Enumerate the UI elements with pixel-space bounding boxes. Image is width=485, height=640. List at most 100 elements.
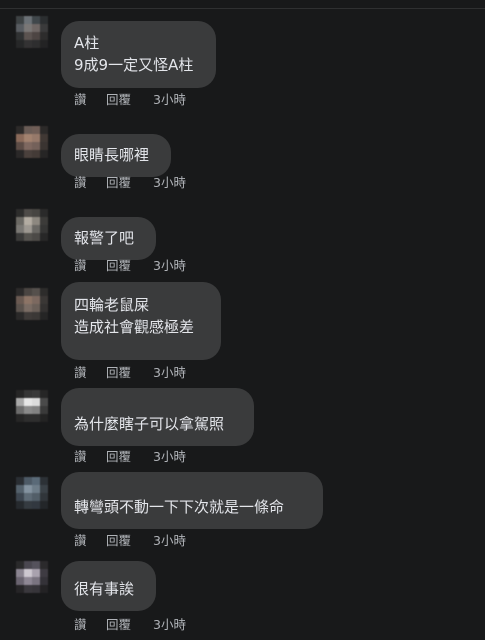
avatar-pixel — [24, 501, 32, 509]
avatar-pixel — [40, 585, 48, 593]
comment-text: 造成社會觀感極差 — [74, 318, 195, 336]
avatar-pixel — [32, 288, 40, 296]
avatar-pixel — [24, 485, 32, 493]
avatar-pixel — [40, 414, 48, 422]
timestamp-link[interactable]: 3小時 — [153, 449, 213, 465]
comment-text: 轉彎頭不動一下下次就是一條命 — [74, 498, 285, 516]
avatar-pixel — [32, 398, 40, 406]
avatar-pixel — [16, 390, 24, 398]
reply-button[interactable]: 回覆 — [106, 175, 153, 191]
avatar-pixel — [24, 296, 32, 304]
comment-text: A柱 — [74, 34, 100, 52]
avatar-pixel — [40, 501, 48, 509]
avatar[interactable] — [16, 477, 48, 509]
avatar-pixel — [24, 390, 32, 398]
like-button[interactable]: 讚 — [74, 258, 106, 274]
avatar-pixel — [32, 217, 40, 225]
like-button[interactable]: 讚 — [74, 533, 106, 549]
avatar-pixel — [40, 493, 48, 501]
avatar-pixel — [40, 225, 48, 233]
avatar-pixel — [32, 477, 40, 485]
avatar-pixel — [32, 233, 40, 241]
avatar-pixel — [40, 24, 48, 32]
avatar-pixel — [40, 32, 48, 40]
comment-bubble: 眼睛長哪裡 — [61, 134, 171, 177]
like-button[interactable]: 讚 — [74, 92, 106, 108]
avatar-pixel — [40, 142, 48, 150]
reply-button[interactable]: 回覆 — [106, 92, 153, 108]
avatar-pixel — [16, 296, 24, 304]
avatar-pixel — [24, 561, 32, 569]
avatar-pixel — [32, 16, 40, 24]
avatar-pixel — [24, 569, 32, 577]
top-divider — [0, 8, 485, 9]
avatar-pixel — [40, 209, 48, 217]
avatar-pixel — [40, 126, 48, 134]
timestamp-link[interactable]: 3小時 — [153, 258, 213, 274]
timestamp-link[interactable]: 3小時 — [153, 92, 213, 108]
avatar-pixel — [16, 142, 24, 150]
avatar-pixel — [16, 233, 24, 241]
like-button[interactable]: 讚 — [74, 449, 106, 465]
like-button[interactable]: 讚 — [74, 617, 106, 633]
avatar-pixel — [32, 312, 40, 320]
avatar-pixel — [32, 225, 40, 233]
avatar-pixel — [40, 398, 48, 406]
avatar-pixel — [32, 40, 40, 48]
avatar[interactable] — [16, 390, 48, 422]
avatar-pixel — [32, 390, 40, 398]
comment-text: 報警了吧 — [74, 229, 135, 247]
avatar-pixel — [16, 398, 24, 406]
avatar-pixel — [32, 150, 40, 158]
reply-button[interactable]: 回覆 — [106, 449, 153, 465]
avatar-pixel — [16, 406, 24, 414]
avatar-pixel — [32, 577, 40, 585]
avatar-pixel — [24, 126, 32, 134]
avatar[interactable] — [16, 288, 48, 320]
avatar-pixel — [24, 40, 32, 48]
comment-actions: 讚 回覆 3小時 — [74, 617, 213, 633]
avatar[interactable] — [16, 126, 48, 158]
timestamp-link[interactable]: 3小時 — [153, 617, 213, 633]
avatar-pixel — [40, 569, 48, 577]
avatar-pixel — [16, 217, 24, 225]
avatar-pixel — [32, 414, 40, 422]
comment-bubble: 為什麼瞎子可以拿駕照 — [61, 388, 254, 446]
avatar-pixel — [24, 406, 32, 414]
avatar[interactable] — [16, 561, 48, 593]
avatar-pixel — [24, 134, 32, 142]
avatar-pixel — [32, 209, 40, 217]
avatar-pixel — [24, 493, 32, 501]
avatar-pixel — [16, 150, 24, 158]
avatar[interactable] — [16, 16, 48, 48]
reply-button[interactable]: 回覆 — [106, 365, 153, 381]
avatar-pixel — [16, 569, 24, 577]
reply-button[interactable]: 回覆 — [106, 617, 153, 633]
timestamp-link[interactable]: 3小時 — [153, 175, 213, 191]
avatar-pixel — [40, 304, 48, 312]
like-button[interactable]: 讚 — [74, 175, 106, 191]
avatar-pixel — [16, 561, 24, 569]
avatar-pixel — [40, 390, 48, 398]
avatar-pixel — [32, 501, 40, 509]
avatar-pixel — [32, 142, 40, 150]
avatar-pixel — [16, 477, 24, 485]
avatar-pixel — [16, 501, 24, 509]
reply-button[interactable]: 回覆 — [106, 258, 153, 274]
avatar-pixel — [24, 142, 32, 150]
avatar-pixel — [24, 16, 32, 24]
avatar-pixel — [24, 209, 32, 217]
avatar-pixel — [24, 288, 32, 296]
avatar-pixel — [40, 577, 48, 585]
avatar-pixel — [24, 304, 32, 312]
avatar-pixel — [24, 585, 32, 593]
avatar-pixel — [40, 233, 48, 241]
comment-bubble: 很有事誒 — [61, 561, 156, 611]
reply-button[interactable]: 回覆 — [106, 533, 153, 549]
timestamp-link[interactable]: 3小時 — [153, 365, 213, 381]
like-button[interactable]: 讚 — [74, 365, 106, 381]
avatar-pixel — [40, 40, 48, 48]
comment-actions: 讚 回覆 3小時 — [74, 365, 213, 381]
timestamp-link[interactable]: 3小時 — [153, 533, 213, 549]
avatar[interactable] — [16, 209, 48, 241]
